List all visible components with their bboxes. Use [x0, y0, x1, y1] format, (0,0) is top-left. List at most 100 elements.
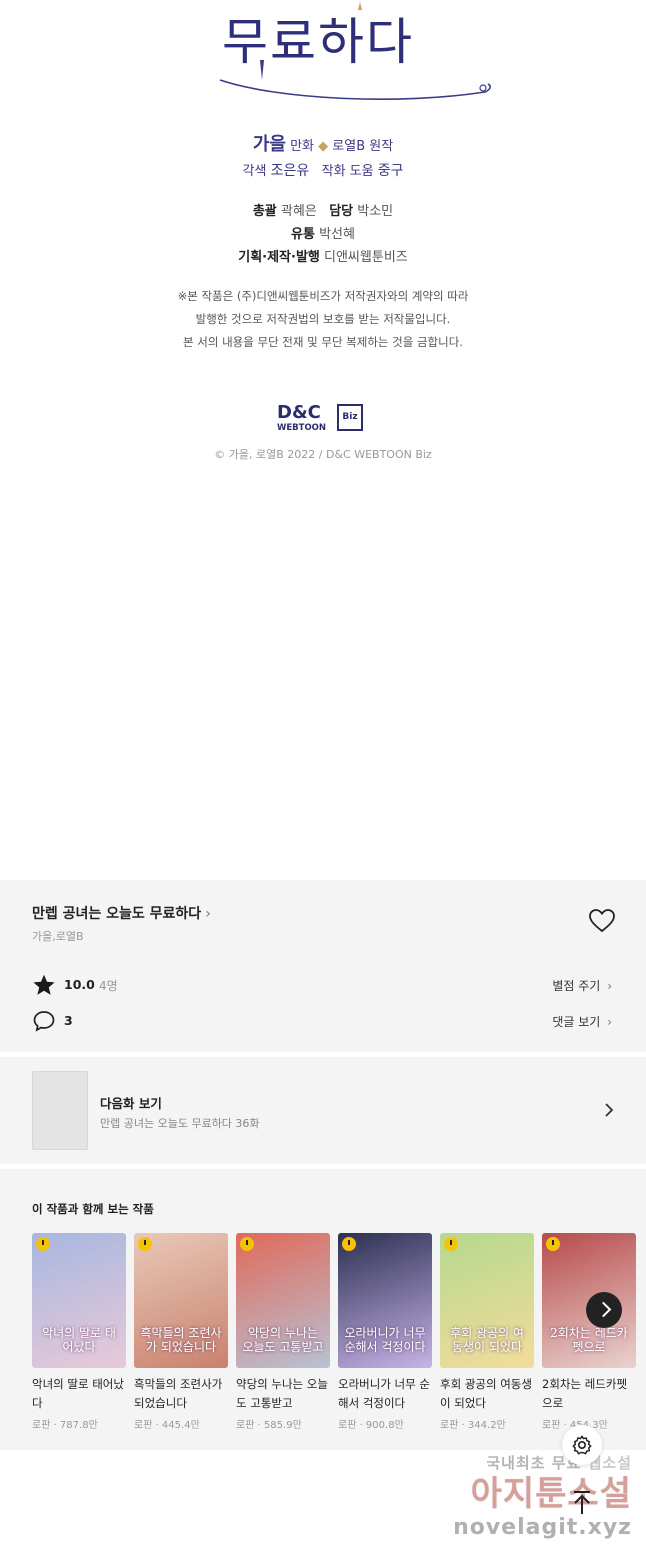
adapt-role: 각색 [242, 164, 267, 179]
rating-value: 10.0 [64, 977, 95, 992]
notice-line: ※본 작품은 (주)디앤씨웹툰비즈가 저작권자와의 계약의 따라 [177, 289, 469, 303]
star-icon [33, 974, 55, 995]
clock-badge-icon [36, 1237, 50, 1251]
recommendation-title: 2회차는 레드카펫으로 [542, 1377, 628, 1410]
recommendation-cover-title: 후회 광공의 여동생이 되었다 [450, 1326, 524, 1354]
assist-name: 중구 [377, 163, 404, 179]
series-title-link[interactable]: 만렙 공녀는 오늘도 무료하다 › [32, 903, 211, 923]
series-info-panel: 만렙 공녀는 오늘도 무료하다 › 가을,로열B 10.0 4명 별점 주기 › … [0, 880, 646, 1450]
adapt-name: 조은유 [270, 163, 310, 179]
recommendation-meta: 로판 · 585.9만 [236, 1420, 302, 1431]
recommendation-cover: 악녀의 딸로 태어났다 [32, 1233, 126, 1368]
gear-icon [572, 1435, 592, 1455]
favorite-heart-icon[interactable] [588, 908, 616, 934]
staff-role: 유통 [291, 227, 315, 242]
recommendation-title: 흑막들의 조련사가 되었습니다 [134, 1377, 223, 1410]
next-episode-thumbnail [32, 1071, 88, 1150]
series-info: 만렙 공녀는 오늘도 무료하다 › 가을,로열B 10.0 4명 별점 주기 › … [0, 880, 646, 1052]
chevron-right-icon: › [205, 906, 211, 922]
staff-role: 기획·제작·발행 [238, 250, 320, 265]
recommendation-title: 후회 광공의 여동생이 되었다 [440, 1377, 532, 1410]
site-watermark: 국내최초 무료 웹소설 아지툰소설 novelagit.xyz [442, 1452, 632, 1552]
series-authors: 가을,로열B [32, 930, 84, 943]
recommendation-cover-title: 악녀의 딸로 태어났다 [42, 1326, 116, 1354]
recommendation-cover: 약당의 누나는 오늘도 고통받고 [236, 1233, 330, 1368]
watermark-line1: 국내최초 무료 웹소설 [442, 1452, 632, 1473]
next-episode-label: 다음화 보기 [100, 1096, 162, 1111]
comment-icon [33, 1011, 55, 1032]
next-episode-subtitle: 만렙 공녀는 오늘도 무료하다 36화 [100, 1117, 260, 1130]
series-logo: 무료하다 [200, 0, 500, 110]
author-name: 로열B [332, 139, 366, 154]
diamond-icon: ◆ [318, 139, 329, 154]
clock-badge-icon [342, 1237, 356, 1251]
recommendation-meta: 로판 · 344.2만 [440, 1420, 506, 1431]
recommendation-cover-title: 오라버니가 너무 순해서 걱정이다 [344, 1326, 426, 1354]
staff-line-3: 기획·제작·발행 디앤씨웹툰비즈 [0, 246, 646, 265]
author-role: 원작 [369, 139, 394, 154]
rate-button-label: 별점 주기 [552, 979, 601, 993]
clock-badge-icon [546, 1237, 560, 1251]
credit-line-authors: 가을 만화 ◆ 로열B 원작 [0, 130, 646, 156]
recommendations-section: 이 작품과 함께 보는 작품 악녀의 딸로 태어났다 악녀의 딸로 태어났다 로판 … [0, 1169, 646, 1450]
recommendation-cover: 후회 광공의 여동생이 되었다 [440, 1233, 534, 1368]
staff-line-1: 총괄 곽혜은 담당 박소민 [0, 200, 646, 219]
clock-badge-icon [138, 1237, 152, 1251]
staff-line-2: 유통 박선혜 [0, 223, 646, 242]
recommendation-meta: 로판 · 900.8만 [338, 1420, 404, 1431]
rating-count: 4명 [99, 979, 118, 993]
recommendation-card[interactable]: 악녀의 딸로 태어났다 악녀의 딸로 태어났다 로판 · 787.8만 [32, 1233, 126, 1431]
view-comments-label: 댓글 보기 [552, 1015, 601, 1029]
artist-name: 가을 [252, 134, 286, 155]
series-title: 만렙 공녀는 오늘도 무료하다 [32, 906, 202, 922]
chevron-right-icon: › [607, 979, 612, 993]
chevron-right-icon [605, 1103, 614, 1117]
recommendation-cover: 오라버니가 너무 순해서 걱정이다 [338, 1233, 432, 1368]
publisher-logo: D&C WEBTOON Biz [277, 402, 367, 436]
recommendation-meta: 로판 · 445.4만 [134, 1420, 200, 1431]
series-logo-text: 무료하다 [222, 13, 414, 71]
assist-role: 작화 도움 [321, 164, 374, 179]
copyright-text: © 가을, 로열B 2022 / D&C WEBTOON Biz [214, 448, 432, 461]
staff-name: 디앤씨웹툰비즈 [324, 250, 408, 265]
staff-role: 담당 [329, 204, 354, 219]
view-comments-button[interactable]: 댓글 보기 › [552, 1013, 612, 1030]
chevron-right-icon: › [607, 1015, 612, 1029]
notice-line: 본 서의 내용을 무단 전재 및 무단 복제하는 것을 금합니다. [183, 335, 463, 349]
recommendation-meta: 로판 · 787.8만 [32, 1420, 98, 1431]
recommendation-card[interactable]: 2회차는 레드카펫으로2회차는 레드카펫으로로판 · 454.3만 [542, 1233, 636, 1431]
copyright-notice: ※본 작품은 (주)디앤씨웹툰비즈가 저작권자와의 계약의 따라 발행한 것으로… [0, 285, 646, 354]
recommendation-title: 오라버니가 너무 순해서 걱정이다 [338, 1377, 430, 1410]
recommendation-cover-title: 흑막들의 조련사가 되었습니다 [140, 1326, 222, 1354]
recommendation-cover: 흑막들의 조련사가 되었습니다 [134, 1233, 228, 1368]
publisher-logo-top: D&C [277, 402, 321, 423]
next-episode-button[interactable]: 다음화 보기 만렙 공녀는 오늘도 무료하다 36화 [0, 1057, 646, 1164]
credits-page: 무료하다 가을 만화 ◆ 로열B 원작 각색 조은유 작화 도움 중구 총괄 곽… [0, 0, 646, 880]
notice-line: 발행한 것으로 저작권법의 보호를 받는 저작물입니다. [195, 312, 451, 326]
staff-name: 박선혜 [319, 227, 355, 242]
settings-button[interactable] [562, 1425, 602, 1465]
comment-count: 3 [64, 1013, 73, 1028]
recommendation-title: 악녀의 딸로 태어났다 [32, 1377, 124, 1410]
rate-button[interactable]: 별점 주기 › [552, 977, 612, 994]
recommendation-card[interactable]: 흑막들의 조련사가 되었습니다 흑막들의 조련사가 되었습니다 로판 · 445.4… [134, 1233, 228, 1431]
publisher-logo-badge: Biz [337, 404, 363, 431]
recommendation-card[interactable]: 후회 광공의 여동생이 되었다 후회 광공의 여동생이 되었다 로판 · 344.2… [440, 1233, 534, 1431]
recommendation-card[interactable]: 약당의 누나는 오늘도 고통받고 약당의 누나는 오늘도 고통받고 로판 · 585… [236, 1233, 330, 1431]
watermark-line3: novelagit.xyz [453, 1515, 632, 1540]
clock-badge-icon [240, 1237, 254, 1251]
artist-role: 만화 [290, 139, 314, 154]
credit-line-adaptation: 각색 조은유 작화 도움 중구 [0, 160, 646, 180]
watermark-line2: 아지툰소설 [470, 1474, 632, 1514]
publisher-logo-bottom: WEBTOON [277, 423, 327, 433]
recommendations-title: 이 작품과 함께 보는 작품 [32, 1202, 154, 1216]
staff-role: 총괄 [252, 204, 277, 219]
clock-badge-icon [444, 1237, 458, 1251]
recommendation-cover-title: 약당의 누나는 오늘도 고통받고 [242, 1326, 324, 1354]
staff-name: 곽혜은 [280, 204, 317, 219]
recommendation-card[interactable]: 오라버니가 너무 순해서 걱정이다 오라버니가 너무 순해서 걱정이다 로판 · 9… [338, 1233, 432, 1431]
scroll-to-top-icon[interactable] [566, 1486, 598, 1518]
recommendation-cover-title: 2회차는 레드카펫으로 [550, 1326, 628, 1354]
recommendation-title: 약당의 누나는 오늘도 고통받고 [236, 1377, 328, 1410]
carousel-next-button[interactable] [586, 1292, 622, 1328]
